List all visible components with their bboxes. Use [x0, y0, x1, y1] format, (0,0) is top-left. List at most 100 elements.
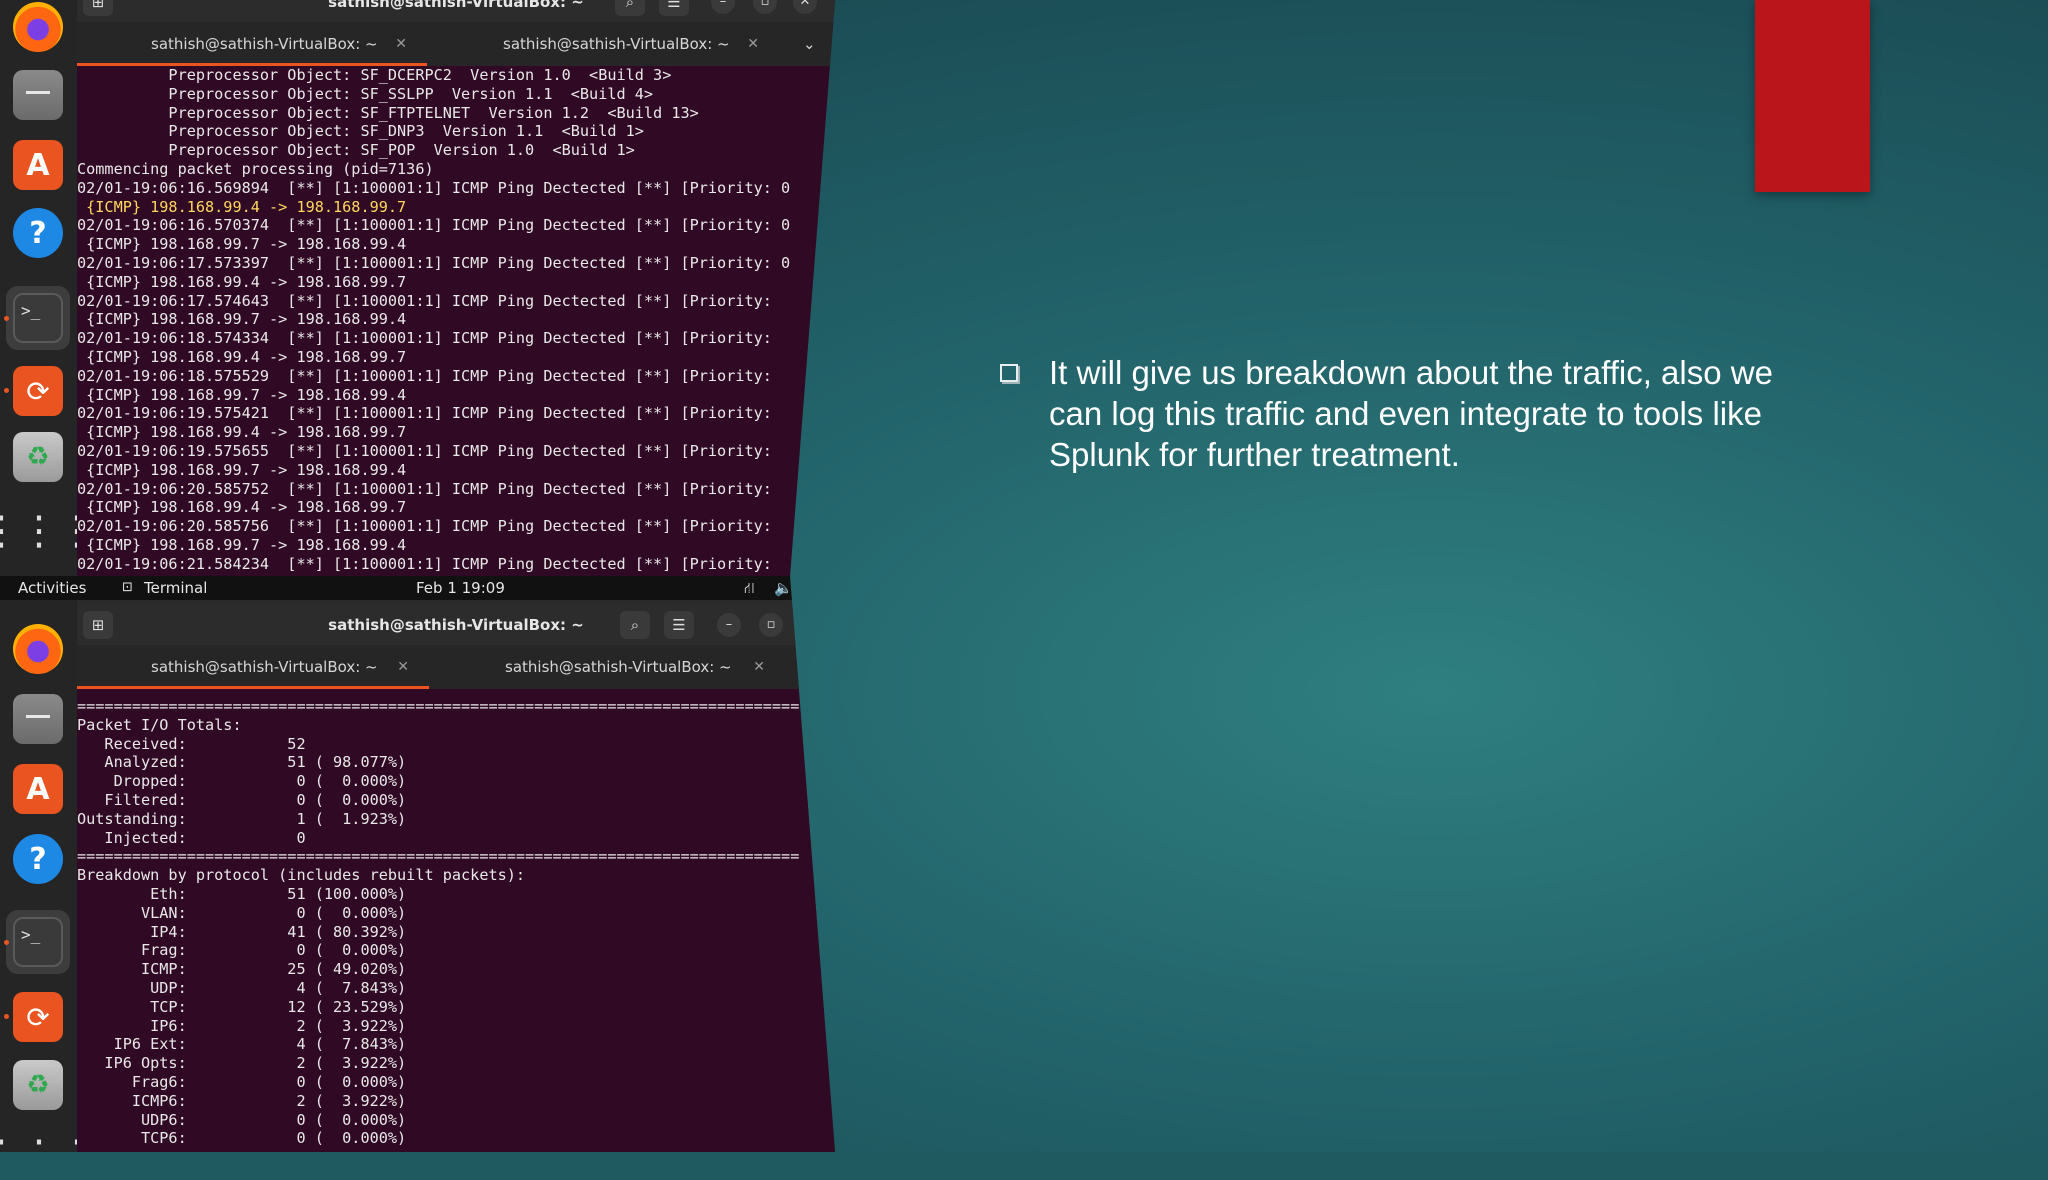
menu-icon[interactable]: ☰ — [664, 611, 694, 639]
clock[interactable]: Feb 1 19:09 — [416, 576, 505, 600]
terminal-window-top[interactable]: sathish@sathish-VirtualBox: ~ ⊞ ⌕ ☰ – ▫ … — [77, 0, 835, 576]
output-line: 02/01-19:06:17.573397 [**] [1:100001:1] … — [77, 253, 791, 272]
tab-2[interactable]: sathish@sathish-VirtualBox: ~ ✕ — [431, 645, 785, 689]
output-line: TCP6: 0 ( 0.000%) — [77, 1129, 407, 1148]
output-line: {ICMP} 198.168.99.4 -> 198.168.99.7 — [77, 498, 407, 517]
search-icon[interactable]: ⌕ — [620, 611, 650, 639]
running-indicator — [4, 316, 9, 321]
output-line: Preprocessor Object: SF_DCERPC2 Version … — [77, 66, 672, 84]
running-indicator — [4, 940, 9, 945]
app-grid-icon[interactable]: ⋮⋮⋮ — [0, 1130, 97, 1152]
output-line: {ICMP} 198.168.99.7 -> 198.168.99.4 — [77, 310, 407, 329]
new-tab-icon[interactable]: ⊞ — [83, 0, 113, 16]
tab-list-chevron-down-icon[interactable]: ⌄ — [795, 22, 835, 66]
output-line: Frag: 0 ( 0.000%) — [77, 941, 407, 960]
output-line: {ICMP} 198.168.99.4 -> 198.168.99.7 — [77, 347, 407, 366]
tab-2[interactable]: sathish@sathish-VirtualBox: ~ ✕ — [429, 22, 779, 66]
output-line: Packet I/O Totals: — [77, 715, 242, 734]
trash-icon[interactable]: ♻ — [13, 432, 63, 482]
tab-bar: sathish@sathish-VirtualBox: ~ ✕ sathish@… — [77, 22, 835, 66]
slide-accent-bar — [1755, 0, 1870, 192]
output-line: 02/01-19:06:21.584234 [**] [1:100001:1] … — [77, 554, 772, 573]
window-title: sathish@sathish-VirtualBox: ~ — [328, 616, 584, 634]
output-line: 02/01-19:06:16.569894 [**] [1:100001:1] … — [77, 178, 791, 197]
output-line: Injected: 0 — [77, 828, 306, 847]
output-line: 02/01-19:06:19.575655 [**] [1:100001:1] … — [77, 441, 772, 460]
output-line: ICMP: 25 ( 49.020%) — [77, 960, 407, 979]
output-line: UDP: 4 ( 7.843%) — [77, 978, 407, 997]
output-line: 02/01-19:06:17.574643 [**] [1:100001:1] … — [77, 291, 772, 310]
output-line: TCP: 12 ( 23.529%) — [77, 997, 407, 1016]
output-line-highlighted: {ICMP} 198.168.99.4 -> 198.168.99.7 — [77, 197, 407, 216]
new-tab-icon[interactable]: ⊞ — [83, 611, 113, 639]
tab-close-icon[interactable]: ✕ — [395, 22, 407, 66]
maximize-icon[interactable]: ▫ — [759, 613, 783, 637]
output-line: Preprocessor Object: SF_DNP3 Version 1.1… — [77, 122, 644, 141]
output-line: Preprocessor Object: SF_SSLPP Version 1.… — [77, 84, 654, 103]
output-line: {ICMP} 198.168.99.7 -> 198.168.99.4 — [77, 385, 407, 404]
app-menu[interactable]: Terminal — [144, 576, 207, 600]
terminal-window-bottom[interactable]: sathish@sathish-VirtualBox: ~ ⊞ ⌕ ☰ – ▫ … — [77, 605, 835, 1152]
activities-button[interactable]: Activities — [18, 576, 86, 600]
output-line: IP4: 41 ( 80.392%) — [77, 922, 407, 941]
ubuntu-icon[interactable]: ⟳ — [13, 992, 63, 1042]
trash-icon[interactable]: ♻ — [13, 1060, 63, 1110]
output-line: {ICMP} 198.168.99.7 -> 198.168.99.4 — [77, 460, 407, 479]
output-line: ========================================… — [77, 697, 800, 715]
terminal-icon[interactable]: >_ — [13, 917, 63, 967]
tab-label: sathish@sathish-VirtualBox: ~ — [503, 35, 730, 53]
output-line: Frag6: 0 ( 0.000%) — [77, 1072, 407, 1091]
output-line: {ICMP} 198.168.99.7 -> 198.168.99.4 — [77, 535, 407, 554]
firefox-icon[interactable] — [13, 2, 63, 52]
software-store-icon[interactable]: A — [13, 764, 63, 814]
running-indicator — [4, 1014, 9, 1019]
output-line: Received: 52 — [77, 734, 306, 753]
terminal-icon[interactable]: >_ — [13, 293, 63, 343]
gnome-top-bar: Activities ⊡ Terminal Feb 1 19:09 ⛙ 🔈 — [0, 576, 835, 600]
files-icon[interactable] — [13, 70, 63, 120]
tab-bar: sathish@sathish-VirtualBox: ~ ✕ sathish@… — [77, 645, 835, 689]
tab-1[interactable]: sathish@sathish-VirtualBox: ~ ✕ — [77, 22, 427, 66]
search-icon[interactable]: ⌕ — [615, 0, 645, 16]
output-line: {ICMP} 198.168.99.7 -> 198.168.99.4 — [77, 235, 407, 254]
output-line: Preprocessor Object: SF_POP Version 1.0 … — [77, 141, 635, 160]
tab-label: sathish@sathish-VirtualBox: ~ — [151, 658, 378, 676]
slide-bullet-point: It will give us breakdown about the traf… — [1000, 352, 1830, 475]
tab-label: sathish@sathish-VirtualBox: ~ — [505, 658, 732, 676]
output-line: Analyzed: 51 ( 98.077%) — [77, 753, 407, 772]
output-line: 02/01-19:06:18.575529 [**] [1:100001:1] … — [77, 366, 772, 385]
desktop-screen: A ? >_ ⟳ ♻ ⋮⋮⋮ sathish@sathish-VirtualBo… — [0, 0, 835, 1152]
network-icon[interactable]: ⛙ — [744, 576, 755, 600]
terminal-app-icon: ⊡ — [122, 580, 133, 595]
minimize-icon[interactable]: – — [717, 613, 741, 637]
output-line: IP6 Ext: 4 ( 7.843%) — [77, 1035, 407, 1054]
output-line: 02/01-19:06:16.570374 [**] [1:100001:1] … — [77, 216, 791, 235]
volume-icon[interactable]: 🔈 — [774, 576, 793, 600]
tab-close-icon[interactable]: ✕ — [747, 22, 759, 66]
dock-top: A ? >_ ⟳ ♻ ⋮⋮⋮ — [0, 0, 97, 576]
output-line: 02/01-19:06:20.585756 [**] [1:100001:1] … — [77, 517, 772, 536]
tab-1[interactable]: sathish@sathish-VirtualBox: ~ ✕ — [77, 645, 429, 689]
firefox-icon[interactable] — [13, 624, 63, 674]
output-line: 02/01-19:06:20.585752 [**] [1:100001:1] … — [77, 479, 772, 498]
terminal-output[interactable]: Preprocessor Object: SF_DCERPC2 Version … — [77, 66, 835, 576]
output-line: Eth: 51 (100.000%) — [77, 884, 407, 903]
software-store-icon[interactable]: A — [13, 140, 63, 190]
menu-icon[interactable]: ☰ — [659, 0, 689, 16]
tab-close-icon[interactable]: ✕ — [753, 645, 765, 689]
app-grid-icon[interactable]: ⋮⋮⋮ — [0, 506, 97, 556]
output-line: ========================================… — [77, 847, 800, 866]
output-line: Commencing packet processing (pid=7136) — [77, 159, 434, 178]
terminal-output[interactable]: ========================================… — [77, 697, 835, 1152]
output-line: 02/01-19:06:18.574334 [**] [1:100001:1] … — [77, 329, 772, 348]
output-line: Breakdown by protocol (includes rebuilt … — [77, 866, 526, 885]
files-icon[interactable] — [13, 694, 63, 744]
output-line: UDP6: 0 ( 0.000%) — [77, 1110, 407, 1129]
help-icon[interactable]: ? — [13, 208, 63, 258]
help-icon[interactable]: ? — [13, 834, 63, 884]
output-line: Preprocessor Object: SF_FTPTELNET Versio… — [77, 103, 699, 122]
ubuntu-icon[interactable]: ⟳ — [13, 366, 63, 416]
tab-label: sathish@sathish-VirtualBox: ~ — [151, 35, 378, 53]
window-title: sathish@sathish-VirtualBox: ~ — [328, 0, 584, 11]
tab-close-icon[interactable]: ✕ — [397, 645, 409, 689]
